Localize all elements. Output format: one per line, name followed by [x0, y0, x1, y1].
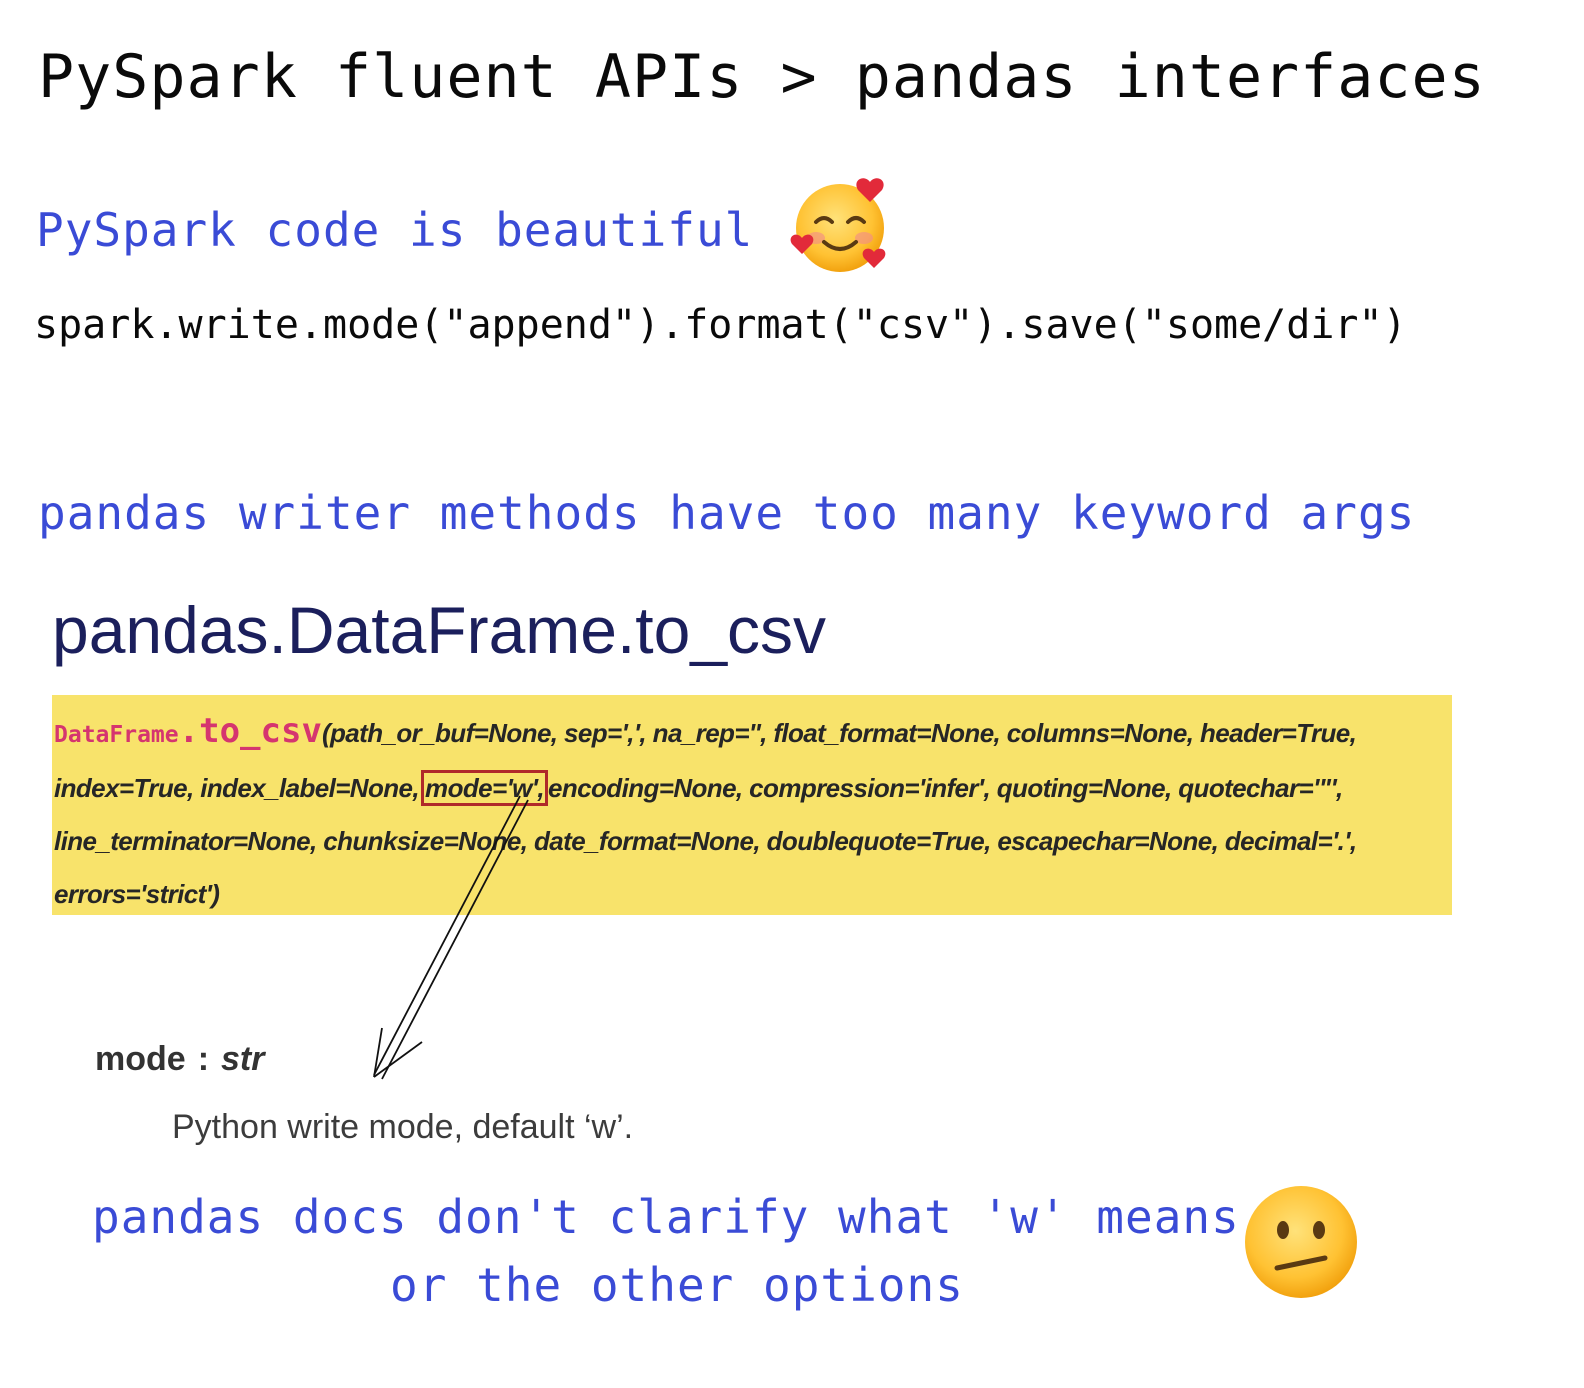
param-type: str	[221, 1040, 265, 1078]
signature-args-4: errors='strict')	[54, 879, 220, 909]
smiling-face-with-hearts-icon	[790, 178, 886, 272]
class-name: DataFrame	[54, 722, 179, 748]
api-title: pandas.DataFrame.to_csv	[52, 593, 827, 667]
param-name: mode	[95, 1040, 186, 1078]
param-description: Python write mode, default ‘w’.	[172, 1108, 634, 1146]
signature-args-2b: encoding=None, compression='infer', quot…	[548, 773, 1343, 803]
signature-args-1: path_or_buf=None, sep=',', na_rep='', fl…	[330, 718, 1357, 748]
pyspark-code-example: spark.write.mode("append").format("csv")…	[34, 302, 1407, 348]
signature-line-2: index=True, index_label=None, mode='w', en…	[54, 762, 1452, 815]
arrow-icon	[373, 795, 529, 1080]
signature-line-1: DataFrame.to_csv(path_or_buf=None, sep='…	[54, 705, 1452, 762]
neutral-face-icon	[1245, 1186, 1357, 1298]
pandas-heading: pandas writer methods have too many keyw…	[38, 486, 1416, 540]
signature-args-3: line_terminator=None, chunksize=None, da…	[54, 826, 1357, 856]
signature-text: DataFrame.to_csv(path_or_buf=None, sep='…	[54, 705, 1452, 921]
signature-line-3: line_terminator=None, chunksize=None, da…	[54, 815, 1452, 868]
method-dot: .	[178, 711, 200, 751]
page-title: PySpark fluent APIs > pandas interfaces	[38, 42, 1486, 112]
docs-complaint-line-2: or the other options	[390, 1258, 964, 1312]
open-paren: (	[321, 718, 331, 748]
param-doc-name: mode: str	[95, 1040, 264, 1079]
signature-line-4: errors='strict')	[54, 868, 1452, 921]
signature-box: DataFrame.to_csv(path_or_buf=None, sep='…	[52, 695, 1452, 915]
param-separator: :	[197, 1040, 210, 1078]
method-name: to_csv	[199, 711, 322, 751]
pyspark-heading: PySpark code is beautiful	[36, 203, 754, 257]
docs-complaint-line-1: pandas docs don't clarify what 'w' means	[92, 1190, 1240, 1244]
